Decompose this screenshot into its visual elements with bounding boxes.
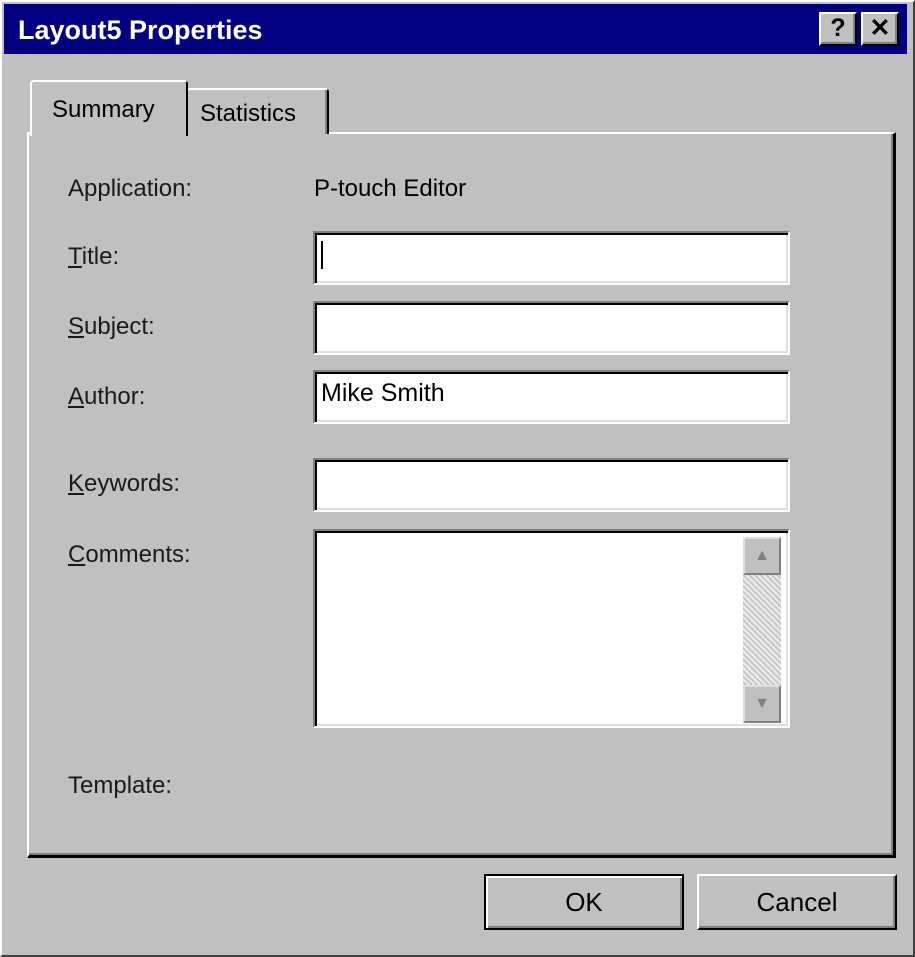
close-button[interactable]: ✕ xyxy=(861,12,899,46)
window-title: Layout5 Properties xyxy=(18,15,263,45)
arrow-down-icon: ▼ xyxy=(754,695,770,712)
cancel-button[interactable]: Cancel xyxy=(697,874,897,930)
subject-label-mnemonic: S xyxy=(68,313,85,340)
cancel-button-label: Cancel xyxy=(756,886,838,917)
ok-button[interactable]: OK xyxy=(484,874,684,930)
keywords-field[interactable] xyxy=(313,458,790,512)
author-field-value: Mike Smith xyxy=(321,379,445,407)
keywords-label: Keywords: xyxy=(68,470,180,498)
scroll-up-button[interactable]: ▲ xyxy=(743,537,781,575)
application-label: Application: xyxy=(68,175,193,202)
tab-summary[interactable]: Summary xyxy=(30,80,188,136)
scroll-down-button[interactable]: ▼ xyxy=(743,685,781,723)
subject-label-text: ubject: xyxy=(84,313,155,340)
keywords-label-text: eywords: xyxy=(84,470,181,497)
arrow-up-icon: ▲ xyxy=(754,547,770,564)
application-value: P-touch Editor xyxy=(314,175,467,202)
tab-summary-label: Summary xyxy=(52,96,155,123)
comments-label-text: omments: xyxy=(85,541,191,568)
help-button[interactable]: ? xyxy=(819,12,857,46)
subject-field[interactable] xyxy=(313,301,790,355)
tab-statistics-label: Statistics xyxy=(200,100,297,127)
subject-label: Subject: xyxy=(68,313,155,341)
template-label: Template: xyxy=(68,772,173,799)
help-icon: ? xyxy=(830,14,846,42)
comments-textarea[interactable] xyxy=(313,529,790,728)
title-label: Title: xyxy=(68,243,119,271)
text-caret xyxy=(321,241,323,269)
title-label-mnemonic: T xyxy=(68,243,82,270)
keywords-label-mnemonic: K xyxy=(68,470,85,497)
author-label-mnemonic: A xyxy=(68,383,85,410)
tab-statistics[interactable]: Statistics xyxy=(186,88,329,134)
ok-button-label: OK xyxy=(565,886,603,917)
comments-label: Comments: xyxy=(68,541,191,569)
author-field[interactable]: Mike Smith xyxy=(313,370,790,424)
title-label-text: itle: xyxy=(81,243,120,270)
title-field[interactable] xyxy=(313,231,790,285)
title-bar[interactable]: Layout5 Properties ? ✕ xyxy=(4,4,907,54)
author-label-text: uthor: xyxy=(84,383,146,410)
comments-label-mnemonic: C xyxy=(68,541,86,568)
author-label: Author: xyxy=(68,383,145,411)
close-icon: ✕ xyxy=(869,14,891,42)
